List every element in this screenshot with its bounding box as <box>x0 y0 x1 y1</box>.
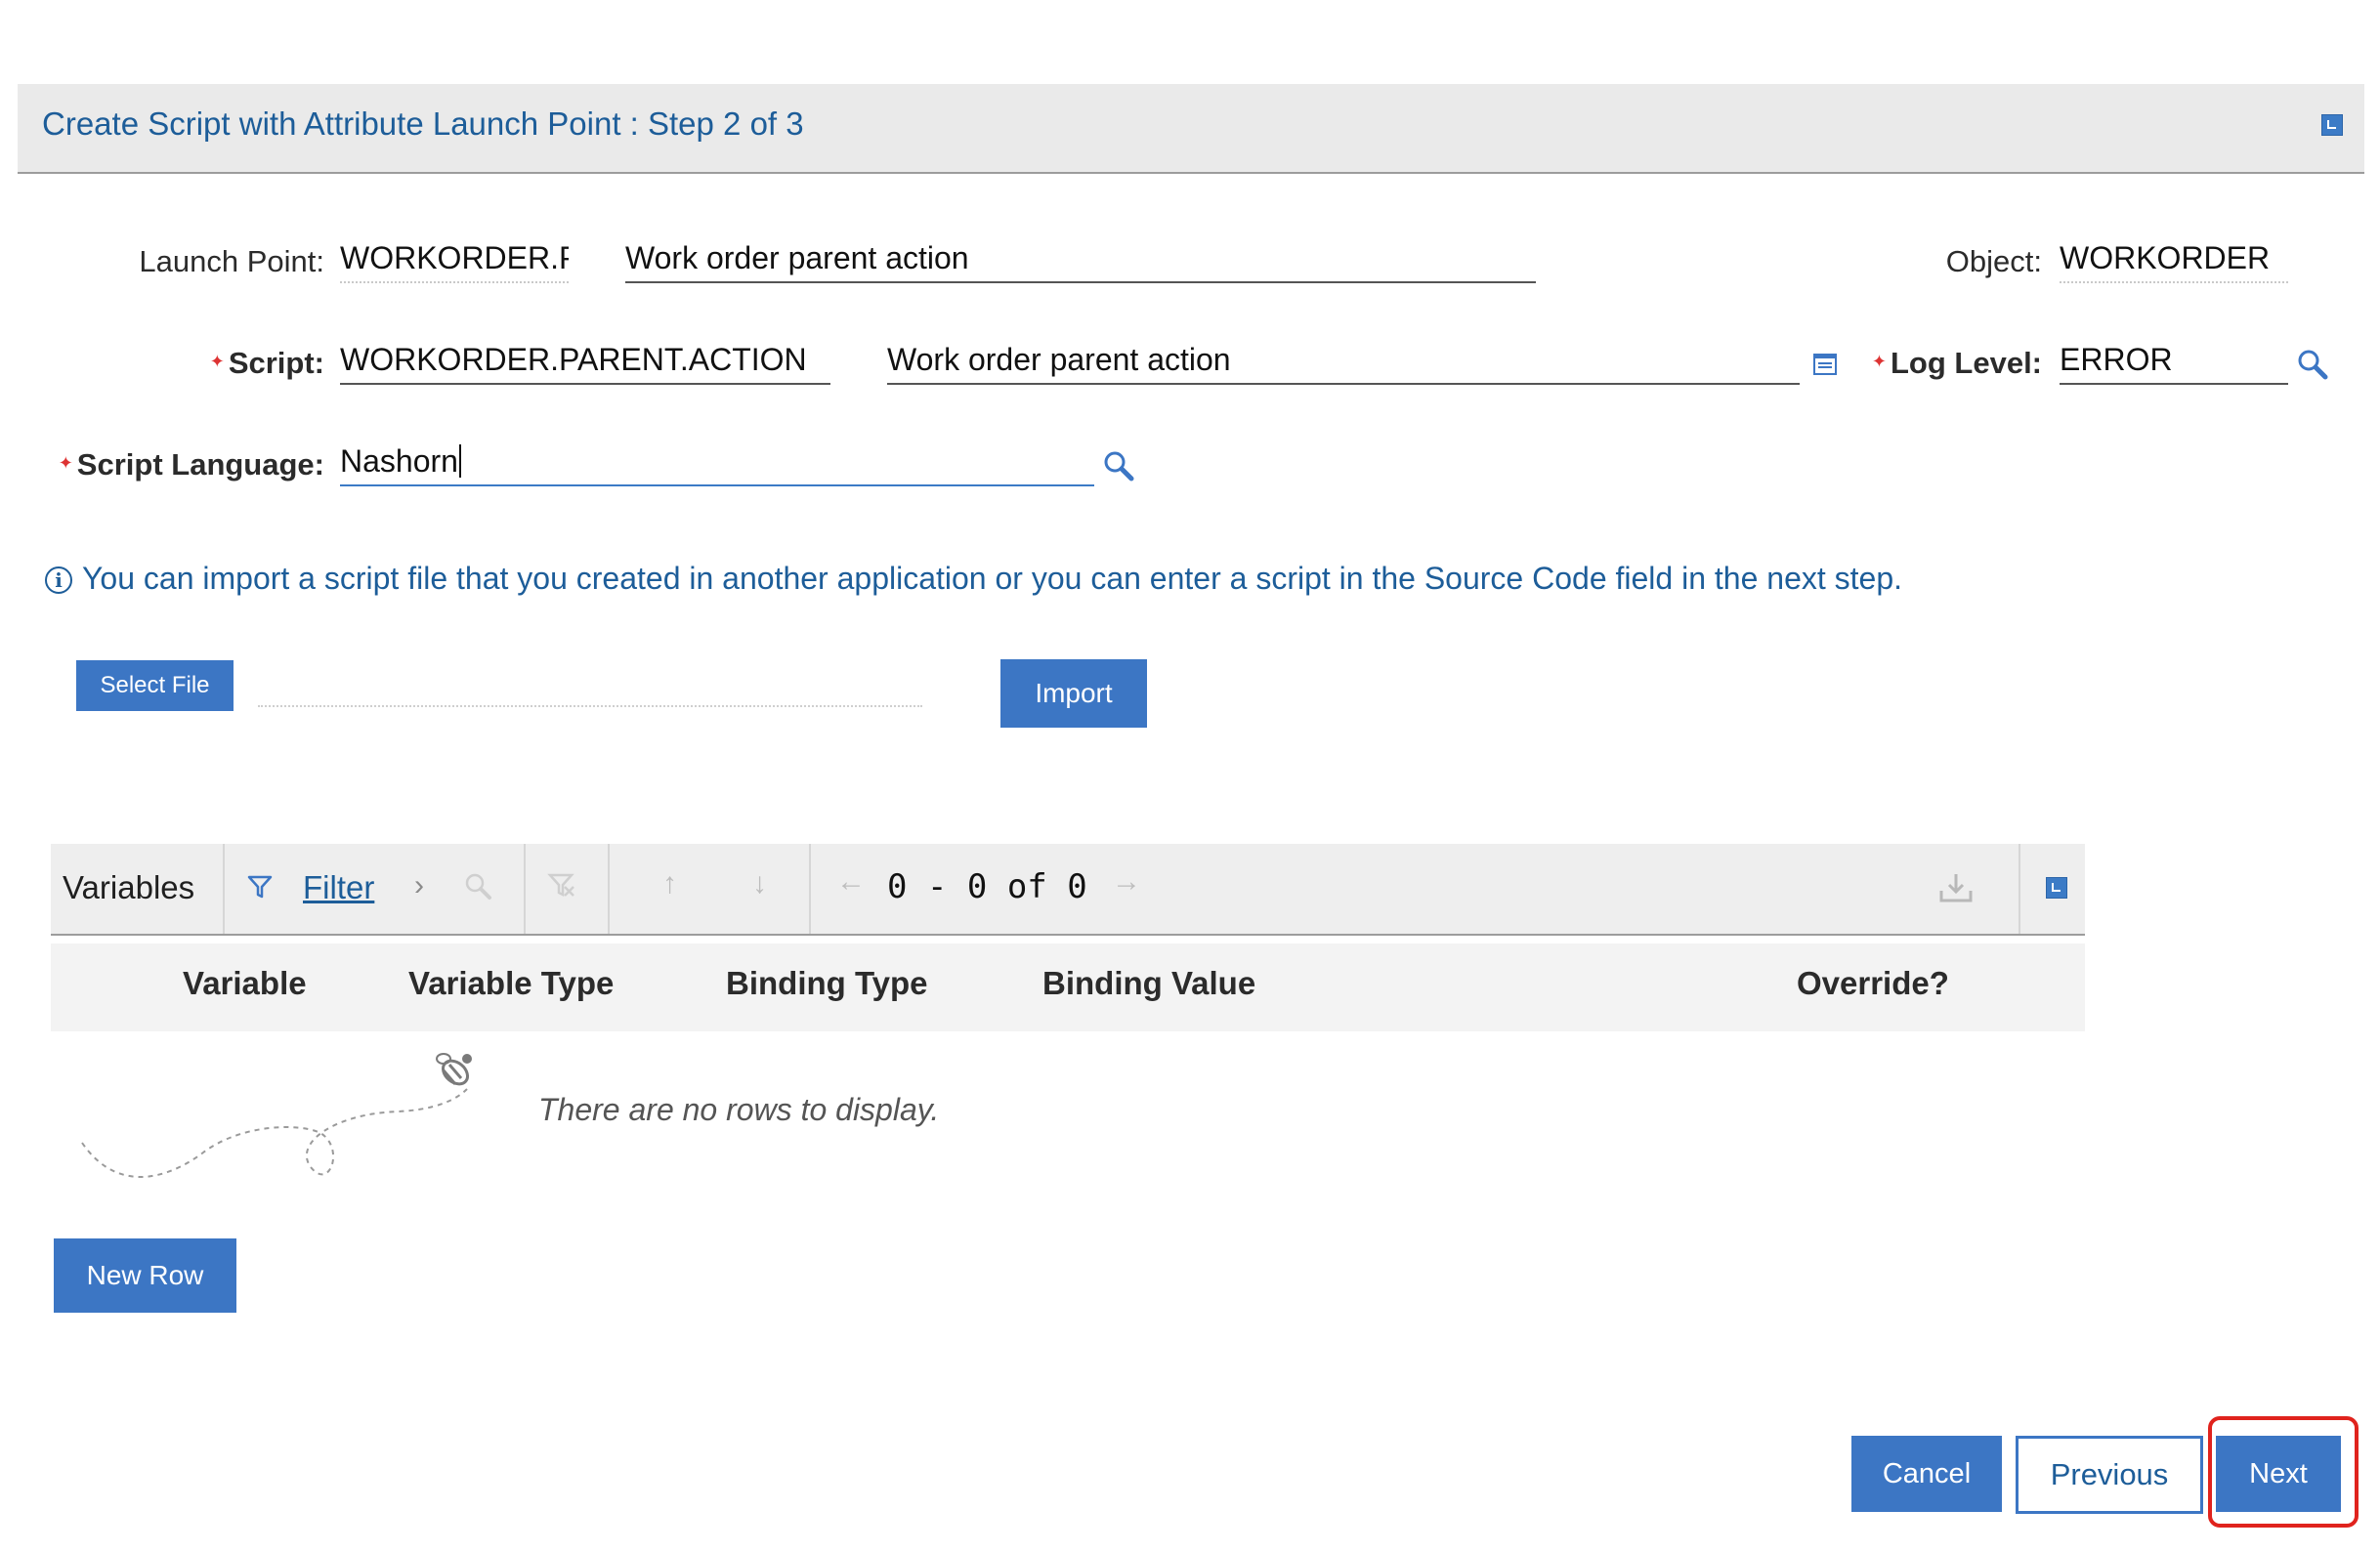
log-level-field[interactable]: ERROR <box>2060 342 2288 385</box>
pager-text: 0 - 0 of 0 <box>887 867 1087 906</box>
clear-filter-icon[interactable] <box>547 871 576 905</box>
required-marker: ✦ <box>58 453 73 473</box>
info-message: i You can import a script file that you c… <box>45 561 1902 597</box>
import-button[interactable]: Import <box>1000 659 1147 728</box>
object-label: Object: <box>1945 244 2042 278</box>
info-icon: i <box>45 566 72 594</box>
log-level-label-text: Log Level: <box>1890 346 2042 380</box>
previous-page-icon[interactable]: ← <box>836 865 866 899</box>
expand-chevron-icon[interactable]: › <box>414 869 424 902</box>
toolbar-divider <box>809 844 811 934</box>
object-field[interactable]: WORKORDER <box>2060 240 2288 283</box>
dialog-title: Create Script with Attribute Launch Poin… <box>42 105 804 142</box>
selected-file-field[interactable] <box>258 705 922 707</box>
variables-table-title: Variables <box>63 869 195 905</box>
toolbar-divider <box>223 844 225 934</box>
filter-icon[interactable] <box>246 873 274 905</box>
column-header-variable[interactable]: Variable <box>183 965 307 1002</box>
download-icon[interactable] <box>1938 871 1974 909</box>
toolbar-divider <box>608 844 610 934</box>
next-button-highlight <box>2208 1416 2359 1528</box>
next-page-icon[interactable]: → <box>1112 865 1141 899</box>
cancel-button[interactable]: Cancel <box>1851 1436 2002 1512</box>
empty-state-bee-illustration <box>76 1045 487 1206</box>
script-language-input[interactable]: Nashorn <box>340 443 1094 486</box>
table-minimize-icon[interactable] <box>2046 877 2067 899</box>
launch-point-description-field[interactable]: Work order parent action <box>625 240 1536 283</box>
script-language-label: ✦ Script Language: <box>39 447 324 482</box>
empty-table-message: There are no rows to display. <box>538 1092 940 1127</box>
column-header-binding-value[interactable]: Binding Value <box>1042 965 1255 1002</box>
filter-link[interactable]: Filter <box>303 869 374 906</box>
arrow-down-icon[interactable]: ↓ <box>752 867 767 901</box>
column-header-binding-type[interactable]: Binding Type <box>726 965 928 1002</box>
log-level-lookup-icon[interactable] <box>2296 348 2329 386</box>
launch-point-field[interactable]: WORKORDER.PA <box>340 240 569 283</box>
column-header-variable-type[interactable]: Variable Type <box>408 965 614 1002</box>
launch-point-label: Launch Point: <box>139 244 324 278</box>
required-marker: ✦ <box>1871 352 1887 371</box>
script-label: ✦ Script: <box>147 346 324 381</box>
toolbar-divider <box>524 844 526 934</box>
log-level-label: ✦ Log Level: <box>1868 346 2042 381</box>
table-search-icon[interactable] <box>463 871 492 905</box>
text-cursor <box>458 444 461 478</box>
required-marker: ✦ <box>209 352 225 371</box>
script-label-text: Script: <box>228 346 324 380</box>
script-language-label-text: Script Language: <box>76 447 324 482</box>
minimize-icon[interactable] <box>2321 114 2343 136</box>
column-header-override[interactable]: Override? <box>1797 965 1949 1002</box>
script-field[interactable]: WORKORDER.PARENT.ACTION <box>340 342 830 385</box>
new-row-button[interactable]: New Row <box>54 1238 236 1313</box>
arrow-up-icon[interactable]: ↑ <box>662 867 677 901</box>
script-language-lookup-icon[interactable] <box>1102 449 1135 487</box>
previous-button[interactable]: Previous <box>2016 1436 2203 1514</box>
toolbar-divider <box>2019 844 2020 934</box>
info-message-text: You can import a script file that you cr… <box>82 561 1903 596</box>
select-file-button[interactable]: Select File <box>76 660 234 711</box>
script-language-value: Nashorn <box>340 443 458 479</box>
script-description-field[interactable]: Work order parent action <box>887 342 1800 385</box>
long-description-icon[interactable] <box>1812 352 1838 382</box>
